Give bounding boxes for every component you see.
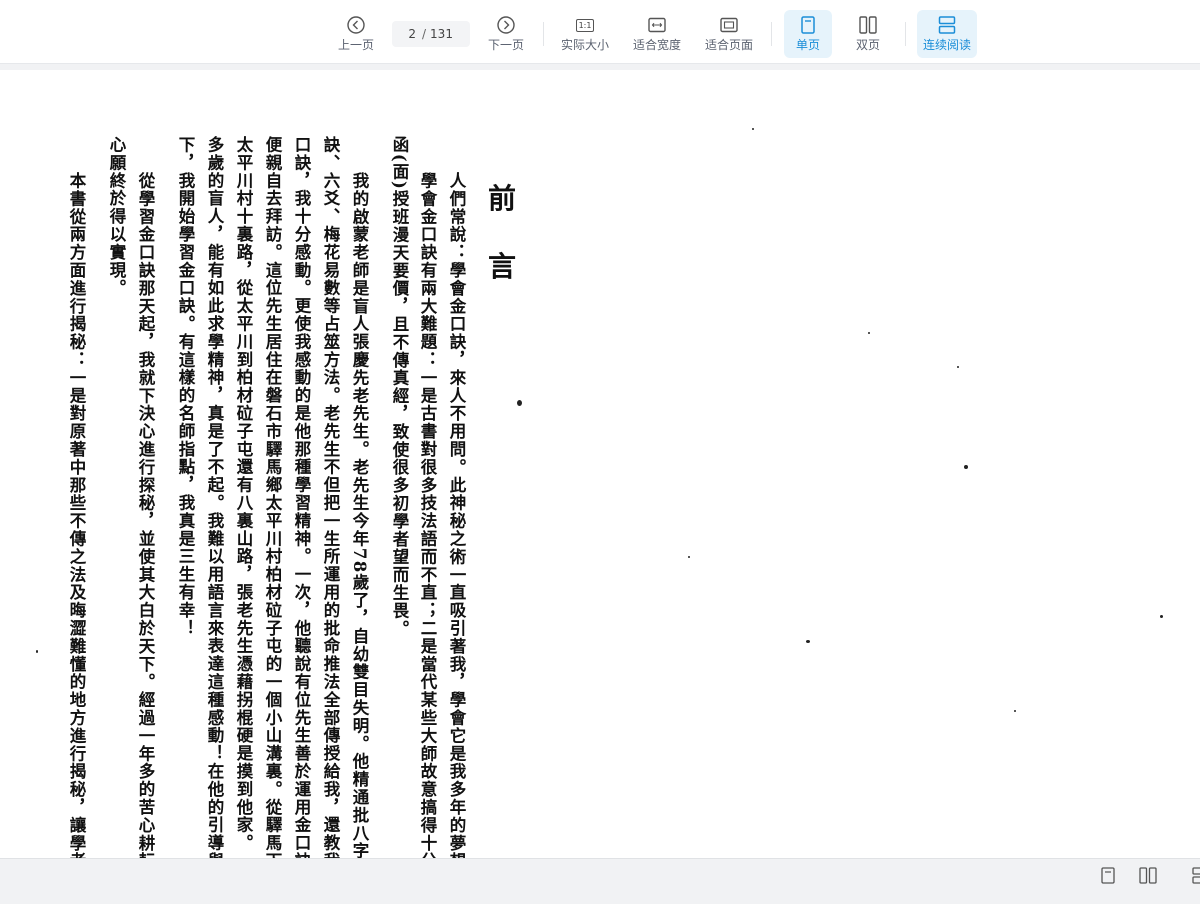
text-column: 從學習金口訣那天起，我就下決心進行探秘，並使其大白於天下。經過一年多的苦心耕耘，… — [136, 172, 155, 858]
scan-speck — [964, 465, 968, 469]
single-page-label: 单页 — [795, 38, 820, 52]
toolbar-divider — [543, 22, 544, 46]
next-page-label: 下一页 — [487, 38, 524, 52]
single-page-view-icon[interactable] — [1101, 865, 1115, 885]
scan-speck — [517, 400, 522, 406]
double-page-label: 双页 — [855, 38, 880, 52]
double-page-view-icon[interactable] — [1139, 865, 1157, 885]
prev-page-label: 上一页 — [337, 38, 374, 52]
text-column: 便親自去拜訪。這位先生居住在磐石市驛馬鄉太平川村柏材砬子屯的一個小山溝裏。從驛馬… — [263, 136, 282, 858]
document-page: 前 言 人們常說：學會金口訣，來人不用問。此神秘之術一直吸引著我，學會它是我多年… — [0, 70, 1200, 858]
continuous-view-icon[interactable] — [1192, 865, 1200, 885]
text-column: 函(面)授班漫天要價，且不傳真經，致使很多初學者望而生畏。 — [390, 136, 409, 638]
scan-speck — [36, 650, 38, 653]
text-column: 本書從兩方面進行揭秘：一是對原著中那些不傳之法及晦澀難懂的地方進行揭秘，讓學者一… — [67, 172, 86, 858]
continuous-reading-button[interactable]: 连续阅读 — [917, 10, 977, 58]
fit-width-label: 适合宽度 — [632, 38, 681, 52]
fit-width-icon — [648, 14, 666, 36]
viewer-toolbar: 上一页 2 / 131 下一页 1:1 实际大小 适合宽度 适合页面 单页 双页… — [0, 0, 1200, 64]
page-title: 前 言 — [488, 182, 516, 318]
text-column: 多歲的盲人，能有如此求學精神，真是了不起。我難以用語言來表達這種感動！在他的引導… — [205, 136, 224, 858]
page-indicator[interactable]: 2 / 131 — [392, 21, 470, 47]
fit-page-icon — [720, 14, 738, 36]
chevron-left-circle-icon — [346, 14, 366, 36]
scan-speck — [752, 128, 754, 130]
text-column: 我的啟蒙老師是盲人張慶先老先生。老先生今年78歲了，自幼雙目失明。他精通批八字、… — [350, 172, 369, 858]
single-page-button[interactable]: 单页 — [784, 10, 832, 58]
fit-page-button[interactable]: 适合页面 — [701, 10, 757, 58]
title-char: 言 — [488, 250, 517, 283]
double-page-button[interactable]: 双页 — [844, 10, 892, 58]
chevron-right-circle-icon — [496, 14, 516, 36]
actual-size-icon: 1:1 — [575, 14, 595, 36]
single-page-icon — [801, 14, 815, 36]
toolbar-divider — [771, 22, 772, 46]
text-column: 人們常說：學會金口訣，來人不用問。此神秘之術一直吸引著我，學會它是我多年的夢想。 — [447, 172, 466, 858]
title-char: 前 — [488, 182, 517, 215]
text-column: 心願終於得以實現。 — [107, 136, 126, 298]
continuous-reading-label: 连续阅读 — [922, 38, 971, 52]
document-viewport[interactable]: 前 言 人們常說：學會金口訣，來人不用問。此神秘之術一直吸引著我，學會它是我多年… — [0, 64, 1200, 858]
text-column: 訣、六爻、梅花易數等占筮方法。老先生不但把一生所運用的批命推法全部傳授給我，還教… — [321, 136, 340, 858]
prev-page-button[interactable]: 上一页 — [332, 10, 380, 58]
text-column: 下，我開始學習金口訣。有這樣的名師指點，我真是三生有幸！ — [176, 136, 195, 638]
continuous-reading-icon — [938, 14, 956, 36]
double-page-icon — [859, 14, 877, 36]
scan-speck — [806, 640, 810, 643]
fit-width-button[interactable]: 适合宽度 — [629, 10, 685, 58]
scan-speck — [1160, 615, 1163, 618]
scan-speck — [1014, 710, 1016, 712]
text-column: 口訣，我十分感動。更使我感動的是他那種學習精神。一次，他聽說有位先生善於運用金口… — [292, 136, 311, 858]
status-bar — [0, 858, 1200, 904]
current-page-input[interactable]: 2 — [392, 27, 422, 41]
next-page-button[interactable]: 下一页 — [482, 10, 530, 58]
text-column: 學會金口訣有兩大難題：一是古書對很多技法語而不直；二是當代某些大師故意搞得十分神… — [418, 172, 437, 858]
scan-speck — [868, 332, 870, 334]
scan-speck — [957, 366, 959, 368]
actual-size-label: 实际大小 — [560, 38, 609, 52]
total-pages: 131 — [430, 27, 453, 41]
scan-speck — [688, 556, 690, 558]
actual-size-button[interactable]: 1:1 实际大小 — [557, 10, 613, 58]
fit-page-label: 适合页面 — [704, 38, 753, 52]
toolbar-divider — [905, 22, 906, 46]
text-column: 太平川村十裏路，從太平川到柏材砬子屯還有八裏山路，張老先生憑藉拐棍硬是摸到他家。… — [234, 136, 253, 858]
